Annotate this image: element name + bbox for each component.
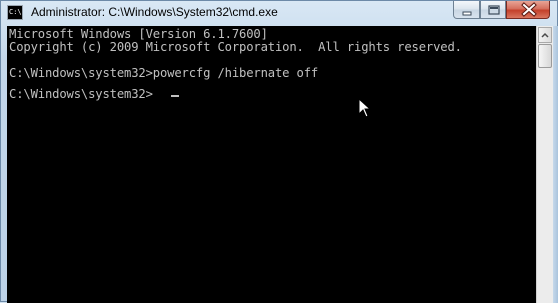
cmd-icon[interactable]: C:\ <box>7 5 23 20</box>
close-button[interactable] <box>506 1 550 19</box>
console-line: C:\Windows\system32>powercfg /hibernate … <box>9 66 319 80</box>
close-icon <box>521 2 537 17</box>
title-bar[interactable]: C:\ Administrator: C:\Windows\System32\c… <box>1 1 557 25</box>
vertical-scrollbar[interactable] <box>536 26 553 303</box>
console-output[interactable]: Microsoft Windows [Version 6.1.7600] Cop… <box>7 26 536 303</box>
window-frame-edge <box>553 26 558 303</box>
scroll-thumb[interactable] <box>538 44 552 68</box>
mouse-pointer-icon <box>358 98 372 118</box>
maximize-button[interactable] <box>480 1 506 19</box>
text-cursor <box>171 95 179 97</box>
maximize-icon <box>488 5 500 15</box>
minimize-button[interactable] <box>453 1 480 19</box>
scroll-up-button[interactable] <box>538 27 552 43</box>
console-prompt: C:\Windows\system32> <box>9 87 153 101</box>
minimize-icon <box>462 11 472 16</box>
window-title: Administrator: C:\Windows\System32\cmd.e… <box>31 5 278 19</box>
chevron-up-icon <box>541 32 549 38</box>
console-line: Microsoft Windows [Version 6.1.7600] <box>9 27 268 41</box>
cmd-window: C:\ Administrator: C:\Windows\System32\c… <box>0 0 558 303</box>
console-line: Copyright (c) 2009 Microsoft Corporation… <box>9 40 462 54</box>
